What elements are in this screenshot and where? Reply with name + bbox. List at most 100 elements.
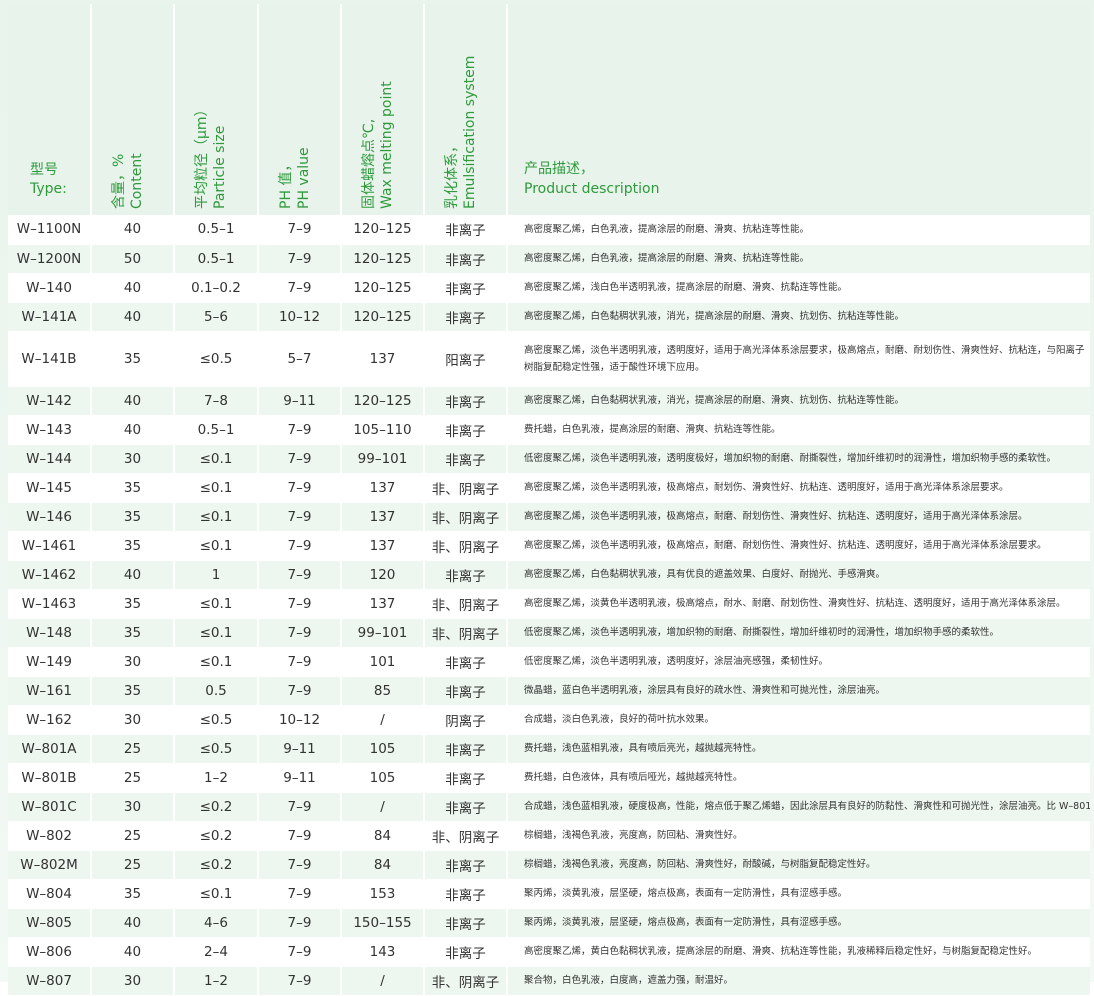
cell-wax: 137 (341, 589, 425, 619)
cell-type: W–161 (8, 676, 92, 706)
cell-emul: 非离子 (424, 215, 508, 245)
cell-desc: 低密度聚乙烯，淡色半透明乳液，增加织物的耐磨、耐撕裂性，增加纤维初时的润滑性，增… (507, 618, 1090, 648)
cell-wax: 120 (341, 560, 425, 590)
cell-wax: 105–110 (341, 415, 425, 445)
cell-type: W–148 (8, 618, 92, 648)
table-row: W–801A 25 ≤0.5 9–11 105 非离子 费托蜡，浅色蓝相乳液，具有喷后亮光，… (8, 734, 1090, 764)
header-type: 型号 Type: (8, 4, 92, 215)
table-row: W–161 35 0.5 7–9 85 非离子 微晶蜡，蓝白色半透明乳液，涂层具有良好的疏水… (8, 676, 1090, 706)
cell-content: 30 (91, 647, 175, 677)
cell-content: 35 (91, 618, 175, 648)
header-emul: 乳化体系， Emulsification system (424, 4, 508, 215)
cell-wax: 137 (341, 531, 425, 561)
cell-wax: 105 (341, 763, 425, 793)
table-body: W–1100N 40 0.5–1 7–9 120–125 非离子 高密度聚乙烯，白色乳液，提… (8, 215, 1090, 996)
header-wax: 固体蜡熔点℃, Wax melting point (341, 4, 425, 215)
header-row: 型号 Type: 含量，% Content 平均粒径（μm） Particle … (8, 4, 1090, 215)
table-row: W–1100N 40 0.5–1 7–9 120–125 非离子 高密度聚乙烯，白色乳液，提… (8, 215, 1090, 245)
cell-desc: 棕榈蜡，浅褐色乳液，亮度高，防回粘、滑爽性好。 (507, 821, 1090, 851)
cell-particle: 2–4 (174, 937, 259, 967)
cell-particle: 0.5–1 (174, 415, 259, 445)
cell-content: 25 (91, 821, 175, 851)
cell-desc: 高密度聚乙烯，白色黏稠状乳液，消光，提高涂层的耐磨、滑爽、抗划伤、抗粘连等性能。 (507, 386, 1090, 416)
cell-ph: 7–9 (258, 560, 342, 590)
table-row: W–143 40 0.5–1 7–9 105–110 非离子 费托蜡，白色乳液，提高涂层的耐… (8, 415, 1090, 445)
cell-type: W–145 (8, 473, 92, 503)
header-ph: PH 值， PH value (258, 4, 342, 215)
cell-desc: 高密度聚乙烯，淡色半透明乳液，极高熔点，耐磨、耐划伤性、滑爽性好、抗粘连、透明度… (507, 531, 1090, 561)
cell-wax: / (341, 966, 425, 996)
cell-type: W–162 (8, 705, 92, 735)
product-sheet: 型号 Type: 含量，% Content 平均粒径（μm） Particle … (0, 0, 1094, 996)
table-row: W–141A 40 5–6 10–12 120–125 非离子 高密度聚乙烯，白色黏稠状乳液… (8, 302, 1090, 332)
cell-wax: 153 (341, 879, 425, 909)
cell-emul: 非、阴离子 (424, 966, 508, 996)
header-content-label: 含量，% Content (110, 29, 156, 209)
header-particle-en: Particle size (212, 125, 228, 209)
cell-type: W–140 (8, 273, 92, 303)
table-row: W–145 35 ≤0.1 7–9 137 非、阴离子 高密度聚乙烯，淡色半透明乳液，极高熔… (8, 473, 1090, 503)
cell-wax: 84 (341, 821, 425, 851)
header-emul-en: Emulsification system (461, 55, 478, 209)
cell-ph: 9–11 (258, 763, 342, 793)
cell-emul: 非离子 (424, 792, 508, 822)
cell-content: 35 (91, 331, 175, 387)
cell-ph: 7–9 (258, 879, 342, 909)
cell-desc: 低密度聚乙烯，淡色半透明乳液，透明度极好，增加织物的耐磨、耐撕裂性，增加纤维初时… (507, 444, 1090, 474)
cell-particle: 0.5–1 (174, 244, 259, 274)
cell-type: W–142 (8, 386, 92, 416)
cell-type: W–1200N (8, 244, 92, 274)
cell-desc: 高密度聚乙烯，白色乳液，提高涂层的耐磨、滑爽、抗粘连等性能。 (507, 244, 1090, 274)
header-emul-label: 乳化体系， Emulsification system (443, 29, 489, 209)
cell-particle: 1–2 (174, 763, 259, 793)
table-row: W–1461 35 ≤0.1 7–9 137 非、阴离子 高密度聚乙烯，淡色半透明乳液，极高… (8, 531, 1090, 561)
cell-content: 25 (91, 734, 175, 764)
table-row: W–144 30 ≤0.1 7–9 99–101 非离子 低密度聚乙烯，淡色半透明乳液，透明… (8, 444, 1090, 474)
cell-ph: 7–9 (258, 937, 342, 967)
cell-type: W–805 (8, 908, 92, 938)
table-row: W–162 30 ≤0.5 10–12/阴离子 合成蜡，淡白色乳液，良好的荷叶抗水效果。 (8, 705, 1090, 735)
cell-content: 35 (91, 879, 175, 909)
cell-type: W–806 (8, 937, 92, 967)
cell-content: 40 (91, 215, 175, 245)
table-row: W–1462 40 1 7–9 120 非离子 高密度聚乙烯，白色黏稠状乳液，具有优良的遮盖… (8, 560, 1090, 590)
cell-emul: 非离子 (424, 763, 508, 793)
cell-particle: ≤0.1 (174, 618, 259, 648)
cell-ph: 7–9 (258, 647, 342, 677)
cell-wax: / (341, 792, 425, 822)
cell-particle: ≤0.1 (174, 589, 259, 619)
cell-ph: 7–9 (258, 966, 342, 996)
cell-type: W–804 (8, 879, 92, 909)
cell-desc: 高密度聚乙烯，黄白色黏稠状乳液，提高涂层的耐磨、滑爽、抗粘连等性能，乳液稀释后稳… (507, 937, 1090, 967)
cell-desc: 高密度聚乙烯，淡色半透明乳液，极高熔点，耐磨、耐划伤性、滑爽性好、抗粘连、透明度… (507, 502, 1090, 532)
cell-content: 35 (91, 502, 175, 532)
cell-particle: ≤0.2 (174, 792, 259, 822)
header-particle: 平均粒径（μm） Particle size (174, 4, 259, 215)
cell-type: W–801A (8, 734, 92, 764)
cell-particle: 4–6 (174, 908, 259, 938)
cell-particle: ≤0.5 (174, 331, 259, 387)
cell-wax: 120–125 (341, 244, 425, 274)
cell-particle: ≤0.2 (174, 821, 259, 851)
cell-content: 30 (91, 966, 175, 996)
header-desc-en: Product description (524, 181, 660, 197)
cell-ph: 7–9 (258, 618, 342, 648)
header-particle-label: 平均粒径（μm） Particle size (193, 29, 239, 209)
table-row: W–801B 25 1–2 9–11 105 非离子 费托蜡，白色液体，具有喷后哑光，越抛越… (8, 763, 1090, 793)
cell-particle: ≤0.1 (174, 502, 259, 532)
header-wax-en: Wax melting point (378, 81, 395, 209)
cell-wax: 120–125 (341, 386, 425, 416)
cell-ph: 5–7 (258, 331, 342, 387)
cell-type: W–802 (8, 821, 92, 851)
cell-ph: 7–9 (258, 850, 342, 880)
cell-emul: 非离子 (424, 937, 508, 967)
cell-wax: / (341, 705, 425, 735)
cell-wax: 137 (341, 331, 425, 387)
cell-desc: 合成蜡，淡白色乳液，良好的荷叶抗水效果。 (507, 705, 1090, 735)
cell-particle: ≤0.1 (174, 444, 259, 474)
cell-type: W–802M (8, 850, 92, 880)
cell-desc: 高密度聚乙烯，白色黏稠状乳液，具有优良的遮盖效果、白度好、耐抛光、手感滑爽。 (507, 560, 1090, 590)
cell-content: 35 (91, 473, 175, 503)
cell-content: 35 (91, 676, 175, 706)
table-row: W–805 40 4–6 7–9 150–155 非离子 聚丙烯，淡黄乳液，层坚硬，熔点极高… (8, 908, 1090, 938)
